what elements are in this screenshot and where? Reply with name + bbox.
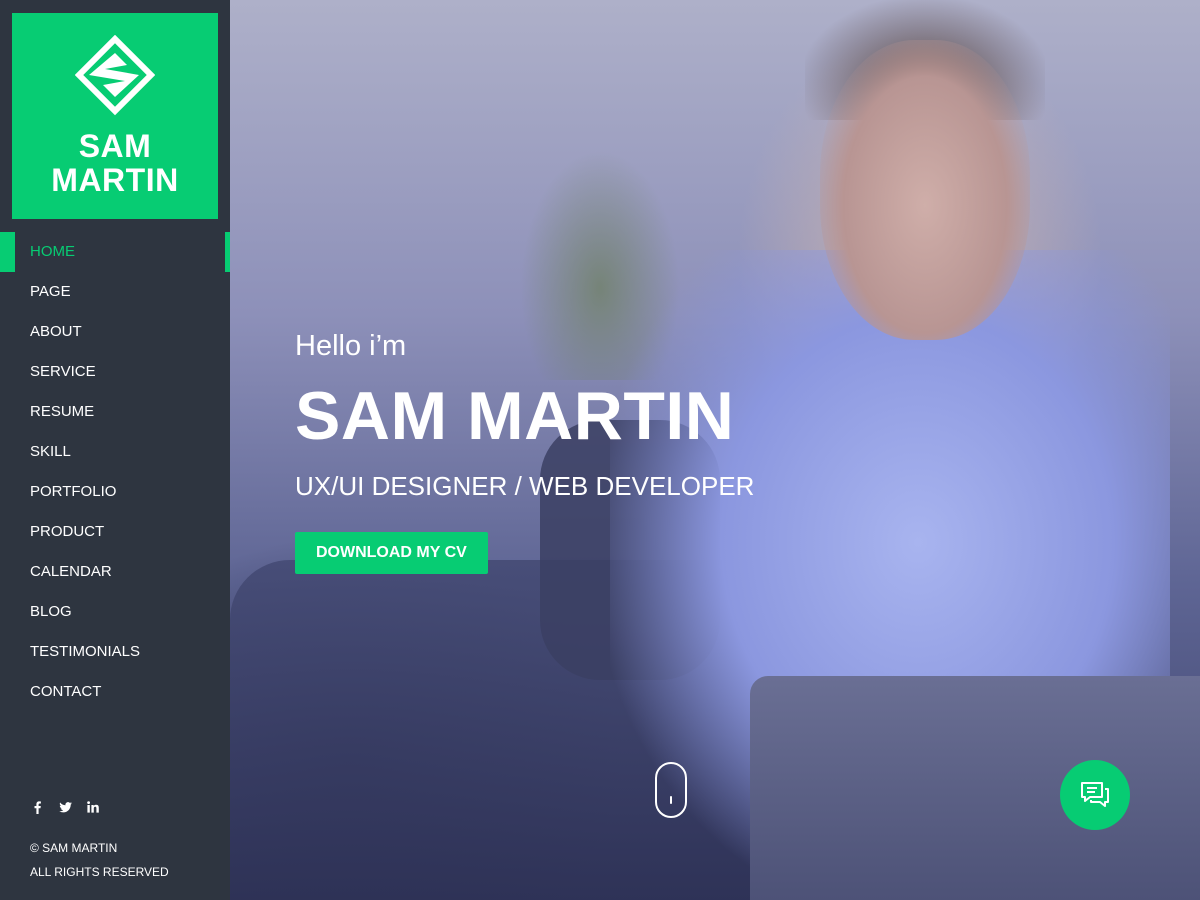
- brand-name-line2: MARTIN: [51, 162, 179, 198]
- nav-item-product[interactable]: PRODUCT: [0, 512, 230, 552]
- hero-greeting: Hello i’m: [295, 330, 407, 362]
- brand-name-line1: SAM: [78, 128, 152, 164]
- chat-bubbles-icon: [1081, 782, 1109, 807]
- sidebar: SAM MARTIN HOME PAGE ABOUT SERVICE RESUM…: [0, 0, 230, 900]
- nav-item-page[interactable]: PAGE: [0, 272, 230, 312]
- hero-role: UX/UI DESIGNER / WEB DEVELOPER: [295, 471, 755, 501]
- linkedin-icon[interactable]: [86, 799, 100, 815]
- hero-section: Hello i’m SAM MARTIN UX/UI DESIGNER / WE…: [230, 0, 1200, 900]
- nav-item-portfolio[interactable]: PORTFOLIO: [0, 472, 230, 512]
- nav-item-blog[interactable]: BLOG: [0, 592, 230, 632]
- brand-name: SAM MARTIN: [51, 129, 178, 197]
- copyright: © SAM MARTIN ALL RIGHTS RESERVED: [30, 836, 169, 884]
- mouse-scroll-icon[interactable]: [655, 762, 687, 818]
- download-cv-button[interactable]: DOWNLOAD MY CV: [295, 532, 488, 574]
- nav-item-about[interactable]: ABOUT: [0, 312, 230, 352]
- logo[interactable]: SAM MARTIN: [12, 13, 218, 219]
- chat-button[interactable]: [1060, 760, 1130, 830]
- hero-content: Hello i’m SAM MARTIN UX/UI DESIGNER / WE…: [295, 328, 754, 574]
- copyright-text: © SAM MARTIN: [30, 841, 118, 855]
- nav-item-home[interactable]: HOME: [0, 232, 230, 272]
- hero-background-face: [820, 40, 1030, 340]
- nav-item-calendar[interactable]: CALENDAR: [0, 552, 230, 592]
- hero-background-laptop: [750, 676, 1200, 900]
- nav-item-resume[interactable]: RESUME: [0, 392, 230, 432]
- diamond-s-logo-icon: [75, 35, 155, 116]
- nav-item-testimonials[interactable]: TESTIMONIALS: [0, 632, 230, 672]
- rights-text: ALL RIGHTS RESERVED: [30, 865, 169, 879]
- social-links: [30, 799, 100, 815]
- hero-name: SAM MARTIN: [295, 378, 735, 454]
- nav-item-skill[interactable]: SKILL: [0, 432, 230, 472]
- nav-item-contact[interactable]: CONTACT: [0, 672, 230, 712]
- nav-item-service[interactable]: SERVICE: [0, 352, 230, 392]
- facebook-icon[interactable]: [30, 799, 44, 815]
- twitter-icon[interactable]: [58, 799, 72, 815]
- main-nav: HOME PAGE ABOUT SERVICE RESUME SKILL POR…: [0, 232, 230, 712]
- mouse-wheel: [670, 796, 672, 804]
